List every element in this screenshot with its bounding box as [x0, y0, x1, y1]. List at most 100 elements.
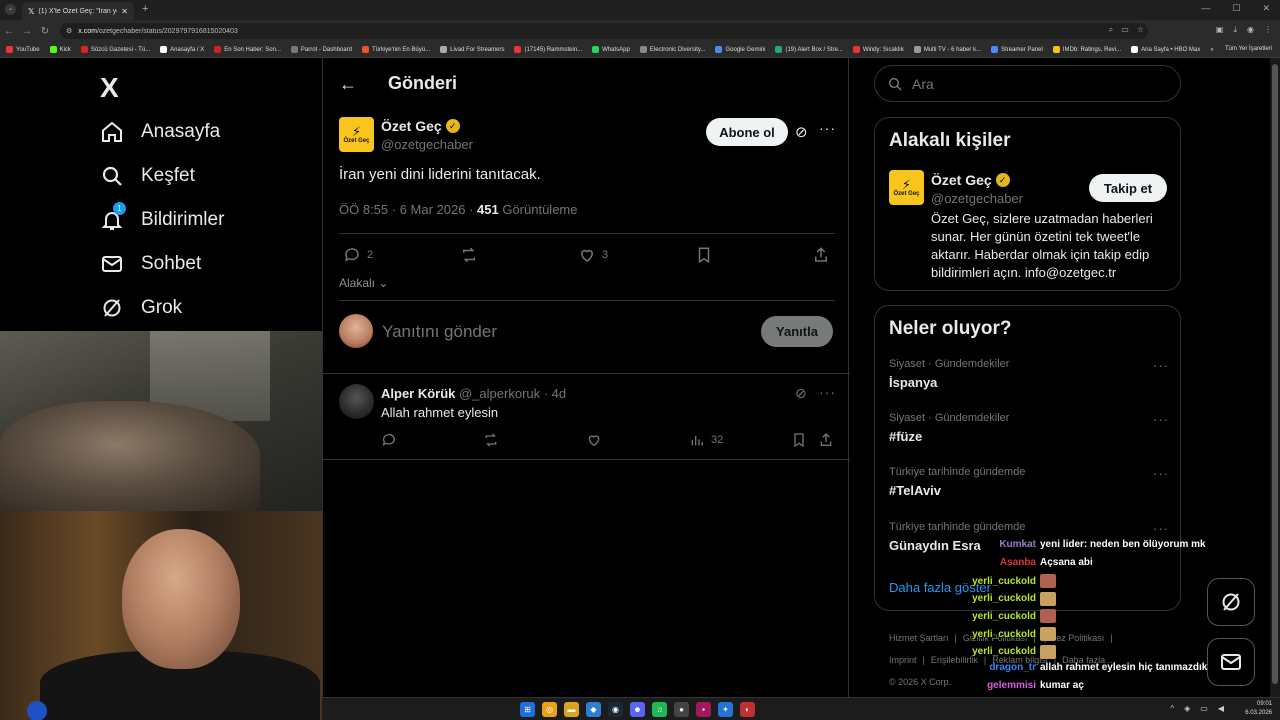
bookmark-item[interactable]: (19) Alert Box / Stre...	[775, 46, 843, 53]
spotify-icon[interactable]: ♫	[652, 702, 667, 717]
comment-like-action[interactable]	[586, 432, 602, 448]
chat-username[interactable]: yerli_cuckold	[940, 646, 1036, 657]
chat-username[interactable]: Kumkat	[940, 539, 1036, 550]
reply-input[interactable]: Yanıtını gönder	[382, 322, 497, 342]
comment-author-handle[interactable]: @_alperkoruk · 4d	[459, 386, 566, 401]
browser-tab[interactable]: 𝕏 (1) X'te Özet Geç: "İran yeni dini... …	[22, 2, 134, 20]
nav-item-home[interactable]: Anasayfa	[100, 120, 220, 144]
menu-icon[interactable]: ⋮	[1264, 25, 1272, 35]
search-input[interactable]: Ara	[874, 65, 1181, 102]
comment-reply-action[interactable]	[381, 432, 397, 448]
app-icon[interactable]: ✦	[718, 702, 733, 717]
folder-icon[interactable]: ▬	[564, 702, 579, 717]
related-person-handle[interactable]: @ozetgechaber	[931, 191, 1023, 206]
bookmark-item[interactable]: Parrot - Dashboard	[290, 46, 352, 53]
app-icon[interactable]: ◆	[586, 702, 601, 717]
discord-icon[interactable]: ☻	[630, 702, 645, 717]
grok-floating-button[interactable]	[1207, 578, 1255, 626]
app-icon[interactable]: ▪	[696, 702, 711, 717]
address-bar[interactable]: ⚙ x.com/ozetgechaber/status/202979791681…	[60, 23, 1148, 39]
related-person-avatar[interactable]: ⚡ Özet Geç	[889, 170, 924, 205]
back-arrow-icon[interactable]: ←	[339, 74, 357, 95]
trend-item[interactable]: Siyaset · Gündemdekiler İspanya ···	[889, 358, 1169, 390]
nav-item-explore[interactable]: Keşfet	[100, 164, 195, 188]
site-info-icon[interactable]: ⚙	[66, 27, 72, 35]
extension-icon[interactable]: ▣	[1216, 25, 1224, 35]
close-tab-icon[interactable]: ✕	[121, 7, 128, 16]
more-options-icon[interactable]: ···	[819, 384, 836, 400]
comment-bookmark-action[interactable]	[791, 432, 807, 448]
chat-username[interactable]: yerli_cuckold	[940, 593, 1036, 604]
bookmark-item[interactable]: Multi TV - 6 haber k...	[913, 46, 981, 53]
windows-start-icon[interactable]: ⊞	[520, 702, 535, 717]
steam-icon[interactable]: ◉	[608, 702, 623, 717]
bookmark-item[interactable]: WhatsApp	[592, 46, 630, 53]
bookmarks-overflow-button[interactable]: »	[1210, 47, 1213, 53]
bookmark-item[interactable]: (17145) Rammstein...	[514, 46, 582, 53]
more-options-icon[interactable]: ···	[1153, 358, 1169, 373]
download-icon[interactable]: ⤓	[1233, 25, 1237, 35]
comment-share-action[interactable]	[818, 432, 834, 448]
like-action[interactable]: 3	[578, 246, 608, 264]
comment-repost-action[interactable]	[483, 432, 499, 448]
more-options-icon[interactable]: ···	[819, 120, 836, 136]
bookmark-item[interactable]: Google Gemini	[715, 46, 765, 53]
comment-views-action[interactable]: 32	[689, 432, 723, 448]
network-icon[interactable]: ▭	[1200, 704, 1208, 713]
page-scrollbar[interactable]	[1270, 58, 1280, 698]
chat-username[interactable]: yerli_cuckold	[940, 629, 1036, 640]
comment-avatar[interactable]	[339, 384, 374, 419]
tab-search-button[interactable]: ⌄	[5, 4, 16, 15]
new-tab-button[interactable]: +	[142, 3, 148, 15]
location-icon[interactable]: ◈	[1184, 704, 1190, 713]
nav-item-notifications[interactable]: 1 Bildirimler	[100, 202, 224, 232]
bookmark-item[interactable]: YouTube	[6, 46, 40, 53]
more-options-icon[interactable]: ···	[1153, 412, 1169, 427]
volume-icon[interactable]: ◀	[1218, 704, 1224, 713]
more-options-icon[interactable]: ···	[1153, 521, 1169, 536]
nav-item-messages[interactable]: Sohbet	[100, 252, 201, 276]
author-handle[interactable]: @ozetgechaber	[381, 137, 473, 152]
related-person-name[interactable]: Özet Geç ✓	[931, 172, 1010, 188]
bookmark-item[interactable]: Sözcü Gazetesi - Tü...	[80, 46, 150, 53]
reply-button[interactable]: Yanıtla	[761, 316, 833, 347]
zoom-icon[interactable]: ⌕	[1109, 25, 1113, 35]
grok-explain-icon[interactable]: ⊘	[795, 385, 807, 402]
bookmark-item[interactable]: Türkiye'nin En Büyü...	[361, 46, 430, 53]
author-avatar[interactable]: ⚡ Özet Geç	[339, 117, 374, 152]
sort-replies-dropdown[interactable]: Alakalı ⌄	[339, 276, 388, 290]
bookmark-item[interactable]: Livad For Streamers	[440, 46, 504, 53]
x-logo[interactable]: X	[100, 72, 119, 104]
bookmark-item[interactable]: IMDb: Ratings, Revi...	[1052, 46, 1121, 53]
all-bookmarks[interactable]: Tüm Yer İşaretleri	[1225, 46, 1272, 52]
cast-icon[interactable]: ▭	[1121, 25, 1129, 35]
footer-link[interactable]: Imprint	[889, 655, 917, 665]
subscribe-button[interactable]: Abone ol	[706, 118, 788, 146]
more-options-icon[interactable]: ···	[1153, 466, 1169, 481]
maximize-icon[interactable]: ☐	[1232, 3, 1240, 14]
close-window-icon[interactable]: ✕	[1262, 3, 1270, 14]
reply-action[interactable]: 2	[343, 246, 373, 264]
obs-icon[interactable]: ●	[674, 702, 689, 717]
repost-action[interactable]	[460, 246, 484, 264]
messages-floating-button[interactable]	[1207, 638, 1255, 686]
bookmark-star-icon[interactable]: ☆	[1137, 25, 1144, 35]
chat-username[interactable]: gelemmisi	[940, 680, 1036, 691]
system-clock[interactable]: 09:01 6.03.2026	[1245, 700, 1272, 718]
grok-explain-icon[interactable]: ⊘	[795, 123, 808, 141]
nav-item-grok[interactable]: Grok	[100, 296, 182, 320]
chevron-up-icon[interactable]: ^	[1170, 704, 1174, 713]
app-icon[interactable]: ◐	[740, 702, 755, 717]
bookmark-item[interactable]: Windy: Sıcaklık	[852, 46, 904, 53]
user-avatar[interactable]	[339, 314, 373, 348]
chat-username[interactable]: yerli_cuckold	[940, 611, 1036, 622]
chat-username[interactable]: yerli_cuckold	[940, 576, 1036, 587]
author-name[interactable]: Özet Geç ✓	[381, 118, 460, 134]
profile-icon[interactable]: ◉	[1247, 25, 1254, 35]
forward-nav-icon[interactable]: →	[18, 26, 36, 37]
chat-username[interactable]: dragon_tr	[940, 662, 1036, 673]
bookmark-item[interactable]: En Son Haber: Son...	[214, 46, 281, 53]
bookmark-item[interactable]: Anasayfa / X	[160, 46, 204, 53]
bookmark-item[interactable]: Electronic Diversity...	[639, 46, 705, 53]
share-action[interactable]	[812, 246, 830, 264]
